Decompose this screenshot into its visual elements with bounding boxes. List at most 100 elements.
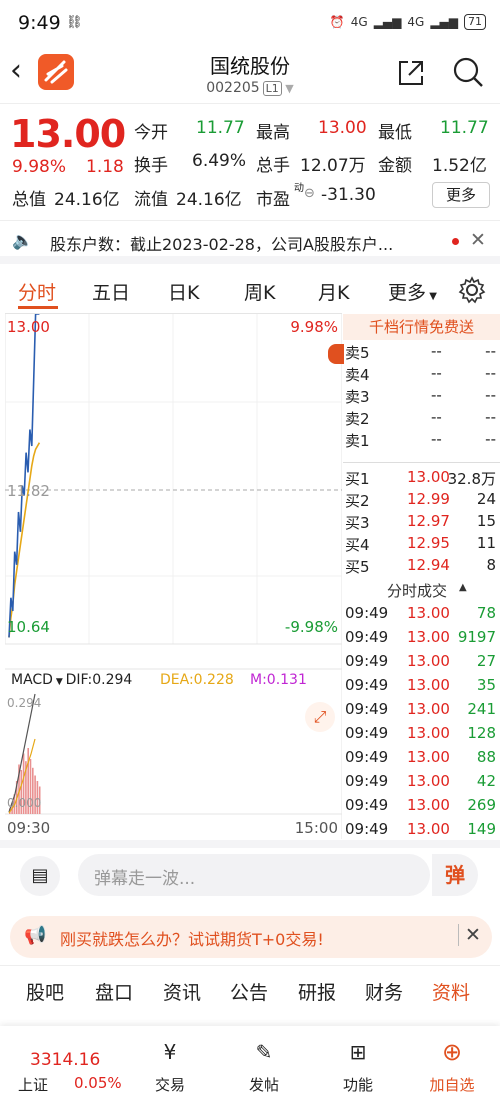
search-icon[interactable] [452, 56, 484, 92]
promo-banner[interactable]: 千档行情免费送 [343, 314, 500, 340]
amount-value: 1.52亿 [432, 156, 487, 176]
status-time: 9:49 [18, 12, 61, 34]
add-circle-icon: ⊕ [441, 1038, 463, 1066]
trade-time: 09:49 [345, 628, 389, 646]
trade-price: 13.00 [407, 796, 450, 814]
tab-pankou[interactable]: 盘口 [95, 978, 133, 1005]
bid-price: 13.00 [407, 468, 450, 486]
index-name: 上证 [18, 1076, 49, 1094]
ask-label: 卖1 [345, 432, 370, 450]
tab-weekly-k[interactable]: 周K [244, 278, 275, 305]
intraday-chart[interactable]: 13.00 9.98% 11.82 10.64 -9.98% MACD ▼ DI… [5, 313, 342, 839]
trade-volume: 149 [467, 820, 496, 838]
change-pct: 9.98% [12, 157, 67, 177]
float-cap-label: 流值 [134, 190, 168, 210]
trade-time: 09:49 [345, 748, 389, 766]
trade-price: 13.00 [407, 700, 450, 718]
dock-post[interactable]: 发帖 [224, 1074, 304, 1095]
time-start: 09:30 [7, 819, 51, 837]
float-cap-value: 24.16亿 [176, 190, 242, 210]
divider [343, 462, 500, 463]
trade-price: 13.00 [407, 604, 450, 622]
tab-guba[interactable]: 股吧 [26, 978, 64, 1005]
macd-zero-value: 0.000 [7, 796, 42, 810]
caret-up-icon[interactable]: ▲ [459, 582, 467, 593]
tab-finance[interactable]: 财务 [365, 978, 403, 1005]
dock-trade[interactable]: 交易 [130, 1074, 210, 1095]
chevron-down-icon[interactable]: ▼ [282, 82, 293, 95]
trade-price: 13.00 [407, 820, 450, 838]
ask-label: 卖3 [345, 388, 370, 406]
turnover-label: 换手 [134, 156, 168, 176]
chart-bottom-price: 10.64 [7, 618, 50, 636]
bid-volume: 24 [476, 490, 496, 508]
more-quote-button[interactable]: 更多 [432, 182, 490, 208]
trade-time: 09:49 [345, 652, 389, 670]
barrage-send-button[interactable]: 弹 [432, 854, 478, 896]
dock-functions[interactable]: 功能 [318, 1074, 398, 1095]
tag-icon[interactable] [328, 344, 344, 364]
barrage-input[interactable]: 弹幕走一波... [78, 854, 430, 896]
post-icon: ✎ [255, 1040, 273, 1064]
signal-icon-2: ▂▄▆ [430, 15, 458, 29]
expand-icon[interactable]: ⤢ [305, 702, 335, 732]
volume-value: 12.07万 [300, 156, 366, 176]
share-icon[interactable] [396, 58, 426, 92]
ask-volume: -- [485, 430, 496, 448]
trade-volume: 9197 [457, 628, 496, 646]
info-icon[interactable]: ⊖ [304, 186, 315, 201]
trade-price: 13.00 [407, 748, 450, 766]
tab-announcements[interactable]: 公告 [230, 978, 268, 1005]
signal-icon: ▂▄▆ [373, 15, 402, 29]
trade-volume: 88 [476, 748, 496, 766]
pe-value: -31.30 [321, 185, 376, 205]
trade-volume: 241 [467, 700, 496, 718]
tab-news[interactable]: 资讯 [163, 978, 201, 1005]
caret-down-icon: ▼ [426, 291, 437, 302]
trades-title[interactable]: 分时成交 [387, 580, 447, 601]
tab-monthly-k[interactable]: 月K [318, 278, 349, 305]
chart-top-pct: 9.98% [290, 318, 338, 336]
link-icon: ⛓ [66, 15, 83, 30]
price-line [8, 314, 40, 638]
trade-volume: 269 [467, 796, 496, 814]
divider [0, 103, 500, 104]
bid-label: 买5 [345, 558, 370, 576]
ad-close-icon[interactable]: ✕ [458, 924, 481, 946]
ask-price: -- [431, 408, 442, 426]
order-book: 卖5 -- -- 卖4 -- -- 卖3 -- -- 卖2 -- -- 卖1 -- -- 买1 13.00 32.… [343, 340, 500, 840]
bid-volume: 32.8万 [447, 470, 496, 488]
battery-icon: 71 [464, 14, 486, 30]
pe-sup: 动 [294, 183, 304, 194]
bid-volume: 11 [476, 534, 496, 552]
alarm-icon: ⏰ [329, 15, 345, 29]
level-badge[interactable]: L1 [262, 81, 282, 96]
tab-five-day[interactable]: 五日 [92, 278, 130, 305]
tab-more[interactable]: 更多 ▼ [388, 278, 437, 305]
network-4g-indicator-2: 4G [407, 15, 425, 29]
tab-research[interactable]: 研报 [298, 978, 336, 1005]
divider [0, 840, 500, 848]
dock-add-watchlist[interactable]: 加自选 [412, 1074, 492, 1095]
amount-label: 金额 [378, 156, 412, 176]
index-value[interactable]: 3314.16 [30, 1050, 100, 1070]
trade-time: 09:49 [345, 604, 389, 622]
notice-bar[interactable]: 🔈 股东户数：截止2023-02-28，公司A股股东户... ✕ [0, 220, 500, 264]
tab-daily-k[interactable]: 日K [168, 278, 199, 305]
tab-profile[interactable]: 资料 [432, 978, 470, 1005]
ad-banner[interactable]: 📢 刚买就跌怎么办？试试期货T+0交易! ✕ [10, 916, 492, 958]
gear-icon[interactable] [458, 276, 486, 308]
chart-mid-price: 11.82 [7, 482, 50, 500]
turnover-value: 6.49% [192, 151, 247, 171]
chart-bottom-pct: -9.98% [284, 618, 338, 636]
macd-caret-icon[interactable]: ▼ [53, 677, 66, 687]
macd-selector[interactable]: MACD [11, 672, 53, 688]
status-bar: 9:49 ⛓ ⏰ 4G ▂▄▆ 4G ▂▄▆ 71 [0, 0, 500, 48]
barrage-settings-icon[interactable]: ▤ [20, 856, 60, 896]
divider [0, 965, 500, 966]
close-icon[interactable]: ✕ [470, 229, 486, 251]
tab-intraday[interactable]: 分时 [18, 278, 56, 305]
open-value: 11.77 [196, 118, 245, 138]
notice-text: 股东户数：截止2023-02-28，公司A股股东户... [50, 235, 394, 254]
trade-volume: 35 [476, 676, 496, 694]
